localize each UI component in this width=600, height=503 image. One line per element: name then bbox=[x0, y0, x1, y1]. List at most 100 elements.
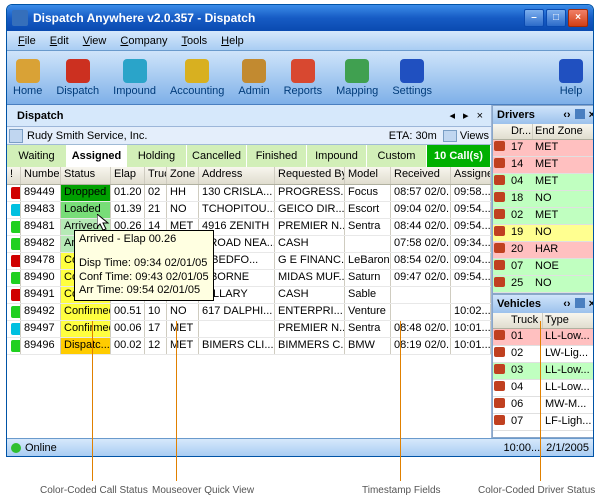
tab-waiting[interactable]: Waiting bbox=[7, 145, 67, 167]
truck-icon bbox=[494, 381, 505, 391]
tab-close-icon[interactable]: × bbox=[473, 110, 487, 122]
col-requestedby[interactable]: Requested By bbox=[275, 167, 345, 184]
toolbar-help-button[interactable]: Help bbox=[559, 59, 583, 97]
vehicle-row[interactable]: 01LL-Low... bbox=[493, 329, 594, 346]
menu-tools[interactable]: Tools bbox=[174, 33, 214, 49]
col-type[interactable]: Type bbox=[543, 313, 594, 328]
titlebar: Dispatch Anywhere v2.0.357 - Dispatch – … bbox=[7, 5, 593, 31]
panel-close-icon[interactable]: × bbox=[589, 109, 594, 121]
cell-elap: 01.39 bbox=[111, 202, 145, 218]
tab-cancelled[interactable]: Cancelled bbox=[187, 145, 247, 167]
col-[interactable]: ! bbox=[7, 167, 21, 184]
call-row[interactable]: 89483Loaded01.3921NOTCHOPITOU...GEICO DI… bbox=[7, 202, 491, 219]
views-icon[interactable] bbox=[443, 130, 457, 142]
toolbar-admin-button[interactable]: Admin bbox=[238, 59, 269, 97]
driver-row[interactable]: 04MET bbox=[493, 174, 594, 191]
service-dropdown-icon[interactable] bbox=[9, 129, 23, 143]
cell-status: Confirmed bbox=[61, 304, 111, 320]
pin-icon[interactable] bbox=[575, 109, 585, 119]
menu-view[interactable]: View bbox=[76, 33, 114, 49]
tab-impound[interactable]: Impound bbox=[307, 145, 367, 167]
call-row[interactable]: 89496Dispatc...00.0212METBIMERS CLI...BI… bbox=[7, 338, 491, 355]
status-bar: Online 10:00... 2/1/2005 bbox=[7, 438, 593, 456]
cell-status: Confirmed bbox=[61, 321, 111, 337]
driver-row[interactable]: 25NO bbox=[493, 276, 594, 293]
driver-zone: MET bbox=[533, 174, 594, 190]
col-status[interactable]: Status bbox=[61, 167, 111, 184]
col-model[interactable]: Model bbox=[345, 167, 391, 184]
cell-elap: 00.51 bbox=[111, 304, 145, 320]
vehicle-row[interactable]: 07LF-Ligh... bbox=[493, 414, 594, 431]
vehicle-row[interactable]: 02LW-Lig... bbox=[493, 346, 594, 363]
toolbar-settings-button[interactable]: Settings bbox=[392, 59, 432, 97]
annot-mouseover: Mouseover Quick View bbox=[152, 485, 254, 496]
maximize-button[interactable]: □ bbox=[546, 9, 566, 27]
driver-row[interactable]: 02MET bbox=[493, 208, 594, 225]
tab-chevron-left-icon[interactable]: ◂ bbox=[446, 109, 460, 122]
driver-number: 07 bbox=[509, 259, 533, 275]
col-address[interactable]: Address bbox=[199, 167, 275, 184]
chevron-icon[interactable]: ‹› bbox=[563, 298, 570, 310]
cell-number: 89492 bbox=[21, 304, 61, 320]
minimize-button[interactable]: – bbox=[524, 9, 544, 27]
toolbar-reports-button[interactable]: Reports bbox=[284, 59, 323, 97]
driver-number: 25 bbox=[509, 276, 533, 292]
close-button[interactable]: × bbox=[568, 9, 588, 27]
col-received[interactable]: Received bbox=[391, 167, 451, 184]
mapping-icon bbox=[345, 59, 369, 83]
vehicles-title: Vehicles bbox=[497, 298, 541, 310]
toolbar-accounting-button[interactable]: Accounting bbox=[170, 59, 224, 97]
toolbar-dispatch-button[interactable]: Dispatch bbox=[56, 59, 99, 97]
panel-close-icon[interactable]: × bbox=[589, 298, 594, 310]
vehicle-row[interactable]: 04LL-Low... bbox=[493, 380, 594, 397]
app-icon bbox=[12, 10, 28, 26]
driver-row[interactable]: 18NO bbox=[493, 191, 594, 208]
col-endzone[interactable]: End Zone bbox=[533, 124, 594, 139]
chevron-icon[interactable]: ‹› bbox=[563, 109, 570, 121]
pin-icon[interactable] bbox=[575, 298, 585, 308]
tab-holding[interactable]: Holding bbox=[127, 145, 187, 167]
impound-icon bbox=[123, 59, 147, 83]
driver-row[interactable]: 17MET bbox=[493, 140, 594, 157]
toolbar-mapping-button[interactable]: Mapping bbox=[336, 59, 378, 97]
tab-custom[interactable]: Custom bbox=[367, 145, 427, 167]
driver-row[interactable]: 20HAR bbox=[493, 242, 594, 259]
tab-chevron-right-icon[interactable]: ▸ bbox=[459, 109, 473, 122]
views-label[interactable]: Views bbox=[460, 130, 489, 142]
menu-file[interactable]: File bbox=[11, 33, 43, 49]
tooltip-line: Arrived - Elap 00.26 bbox=[79, 233, 209, 247]
annot-call-status: Color-Coded Call Status bbox=[40, 485, 148, 496]
cell-assigned: 09:58... bbox=[451, 185, 491, 201]
col-assigned[interactable]: Assigned bbox=[451, 167, 491, 184]
driver-row[interactable]: 19NO bbox=[493, 225, 594, 242]
priority-icon bbox=[11, 340, 21, 352]
col-truck[interactable]: Truck bbox=[509, 313, 543, 328]
cell-number: 89449 bbox=[21, 185, 61, 201]
toolbar-home-button[interactable]: Home bbox=[13, 59, 42, 97]
call-row[interactable]: 89449Dropped01.2002HH130 CRISLA...PROGRE… bbox=[7, 185, 491, 202]
toolbar-label: Dispatch bbox=[56, 85, 99, 97]
cell-truck: 02 bbox=[145, 185, 167, 201]
vehicle-type: LL-Low... bbox=[543, 380, 594, 396]
dispatch-label: Dispatch bbox=[11, 110, 446, 122]
tab-finished[interactable]: Finished bbox=[247, 145, 307, 167]
online-label: Online bbox=[25, 442, 57, 454]
driver-row[interactable]: 14MET bbox=[493, 157, 594, 174]
toolbar-impound-button[interactable]: Impound bbox=[113, 59, 156, 97]
col-zone[interactable]: Zone bbox=[167, 167, 199, 184]
menu-company[interactable]: Company bbox=[113, 33, 174, 49]
vehicle-row[interactable]: 06MW-M... bbox=[493, 397, 594, 414]
vehicles-header-row: Truck Type bbox=[493, 313, 594, 329]
menu-edit[interactable]: Edit bbox=[43, 33, 76, 49]
col-elap[interactable]: Elap bbox=[111, 167, 145, 184]
vehicle-row[interactable]: 03LL-Low... bbox=[493, 363, 594, 380]
col-truck[interactable]: Truck bbox=[145, 167, 167, 184]
col-number[interactable]: Number bbox=[21, 167, 61, 184]
cell-assigned: 09:54... bbox=[451, 270, 491, 286]
menu-help[interactable]: Help bbox=[214, 33, 251, 49]
call-row[interactable]: 89492Confirmed00.5110NO617 DALPHI...ENTE… bbox=[7, 304, 491, 321]
tab-assigned[interactable]: Assigned bbox=[67, 145, 127, 167]
call-row[interactable]: 89497Confirmed00.0617METPREMIER N...Sent… bbox=[7, 321, 491, 338]
driver-row[interactable]: 07NOE bbox=[493, 259, 594, 276]
col-driver[interactable]: Dr... bbox=[509, 124, 533, 139]
